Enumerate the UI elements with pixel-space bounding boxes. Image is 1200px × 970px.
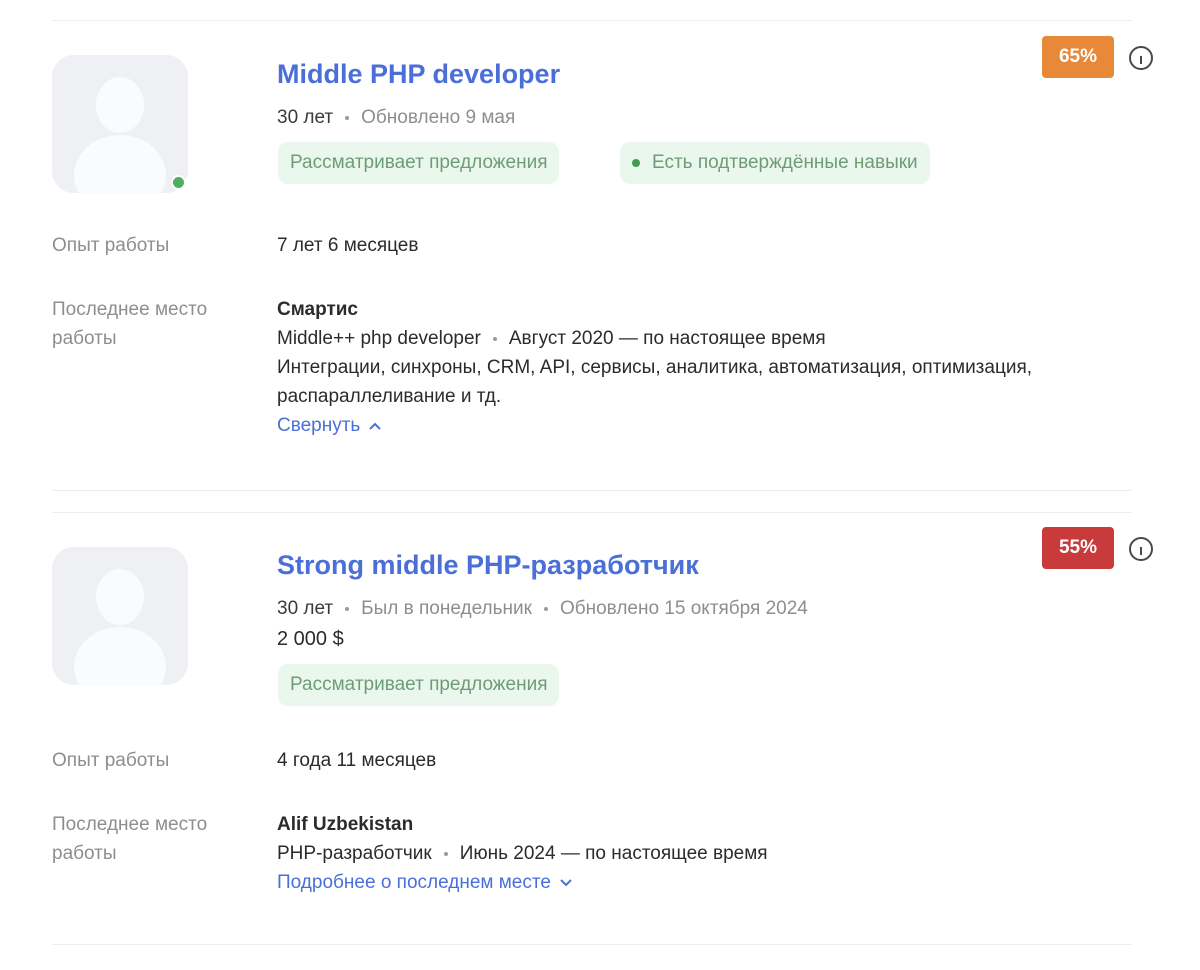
resume-meta: 30 лет Обновлено 9 мая	[277, 107, 515, 129]
match-percent-badge: 65%	[1042, 36, 1114, 78]
expand-last-job-link[interactable]: Подробнее о последнем месте	[277, 868, 573, 897]
age-text: 30 лет	[277, 107, 334, 128]
top-divider	[52, 20, 1132, 21]
meta-separator	[345, 607, 350, 611]
experience-label: Опыт работы	[52, 235, 170, 256]
match-percent-badge: 55%	[1042, 527, 1114, 569]
experience-value: 7 лет 6 месяцев	[277, 235, 419, 256]
chevron-up-icon	[369, 422, 382, 430]
resume-title-link[interactable]: Strong middle PHP-разработчик	[277, 550, 699, 581]
position-line: PHP-разработчик Июнь 2024 — по настоящее…	[277, 839, 1037, 868]
verified-dot-icon	[632, 159, 640, 167]
card-divider	[52, 490, 1132, 491]
age-text: 30 лет	[277, 598, 334, 619]
resume-meta: 30 лет Был в понедельник Обновлено 15 ок…	[277, 598, 808, 620]
experience-label: Опыт работы	[52, 750, 170, 771]
position-title: Middle++ php developer	[277, 328, 481, 349]
job-period: Август 2020 — по настоящее время	[508, 328, 826, 349]
last-job-details: Смартис Middle++ php developer Август 20…	[277, 295, 1037, 440]
job-description: Интеграции, синхроны, CRM, API, сервисы,…	[277, 357, 1033, 407]
chevron-down-icon	[560, 878, 572, 886]
avatar-placeholder-icon	[52, 55, 188, 193]
card-divider	[52, 944, 1132, 945]
resume-title-link[interactable]: Middle PHP developer	[277, 59, 560, 90]
info-icon[interactable]	[1129, 46, 1153, 70]
company-name: Смартис	[277, 299, 359, 320]
updated-text: Обновлено 9 мая	[361, 107, 516, 128]
avatar[interactable]	[52, 547, 188, 685]
experience-value: 4 года 11 месяцев	[277, 750, 437, 771]
status-chip-open-to-offers: Рассматривает предложения	[278, 664, 560, 706]
avatar-placeholder-icon	[52, 547, 188, 685]
position-separator	[492, 336, 497, 341]
avatar[interactable]	[52, 55, 188, 193]
status-chip-verified-skills: Есть подтверждённые навыки	[620, 142, 930, 184]
last-job-label: Последнее место работы	[52, 814, 208, 864]
info-icon[interactable]	[1129, 537, 1153, 561]
position-title: PHP-разработчик	[277, 843, 432, 864]
meta-separator	[345, 116, 350, 120]
card-divider	[52, 512, 1132, 513]
last-job-label: Последнее место работы	[52, 299, 208, 349]
position-line: Middle++ php developer Август 2020 — по …	[277, 324, 1037, 353]
last-seen-text: Был в понедельник	[361, 598, 532, 619]
company-name: Alif Uzbekistan	[277, 814, 414, 835]
salary-text: 2 000 $	[277, 628, 344, 650]
meta-separator	[543, 607, 548, 611]
collapse-link[interactable]: Свернуть	[277, 411, 382, 440]
online-status-dot	[171, 175, 186, 190]
last-job-details: Alif Uzbekistan PHP-разработчик Июнь 202…	[277, 810, 1037, 897]
updated-text: Обновлено 15 октября 2024	[559, 598, 808, 619]
position-separator	[443, 851, 448, 856]
job-period: Июнь 2024 — по настоящее время	[459, 843, 768, 864]
status-chip-open-to-offers: Рассматривает предложения	[278, 142, 560, 184]
